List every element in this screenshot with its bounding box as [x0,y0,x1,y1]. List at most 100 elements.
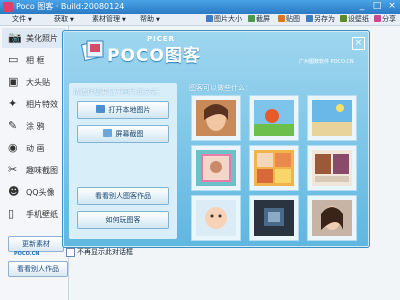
sidebar-item-label: 相片特效 [26,100,58,109]
id-photo-image [312,150,352,186]
tool-screenshot-label: 截屏 [256,15,270,23]
dont-show-label: 不再显示此对话框 [77,248,133,256]
chevron-down-icon: ▼ [122,17,126,23]
example-thumbnail[interactable] [191,195,241,241]
sidebar-item-beautify[interactable]: 📷 美化照片 [2,28,66,48]
dont-show-checkbox[interactable] [66,248,75,257]
screen-capture-label: 屏幕截图 [115,130,144,138]
menu-file-label: 文件 [12,15,26,23]
example-thumbnail[interactable] [249,195,299,241]
examples-pane: 图客可以做些什么： [185,83,363,241]
example-thumbnail[interactable] [249,145,299,191]
tool-wallpaper-label: 设壁纸 [348,15,369,23]
menu-help-label: 帮助 [140,15,154,23]
menu-bar: 文件 ▼ 获取 ▼ 素材管理 ▼ 帮助 ▼ 图片大小 截屏 贴图 另存为 设壁纸 分享 [0,14,400,26]
menu-file[interactable]: 文件 ▼ [12,14,32,26]
camera-icon: 📷 [8,31,22,44]
sidebar-item-label: 动 画 [26,144,45,153]
sidebar: 📷 美化照片 ▭ 相 框 ▣ 大头贴 ✦ 相片特效 ✎ 涂 鸦 ◉ 动 画 ✂ 趣味截图 ☻ Q… [0,26,69,300]
open-local-image-label: 打开本地图片 [108,106,151,114]
welcome-dialog: PICER POCO图客 广州图数软件 POCO.CN × 请选择您要打开图片的… [62,30,370,248]
example-thumbnail[interactable] [191,95,241,141]
sticker-photo-icon: ▣ [8,75,19,88]
screenshot-icon [248,15,255,22]
screen-capture-button[interactable]: 屏幕截图 [77,125,169,143]
sidebar-item-fun-capture[interactable]: ✂ 趣味截图 [2,160,66,180]
view-others-button[interactable]: 看看别人作品 [8,261,68,277]
title-bar: Poco 图客 · Build:20080124 _ □ × [0,0,400,14]
example-thumbnail[interactable] [307,195,357,241]
sidebar-item-qq-avatar[interactable]: ☻ QQ头像 [2,182,66,202]
example-thumbnail[interactable] [307,95,357,141]
open-local-image-button[interactable]: 打开本地图片 [77,101,169,119]
framed-photo-image [196,150,236,186]
view-others-works-button[interactable]: 看看别人图客作品 [77,187,169,205]
effects-icon: ✦ [8,97,18,110]
chevron-down-icon: ▼ [28,17,32,23]
doodle-icon: ✎ [8,119,18,132]
menu-get[interactable]: 获取 ▼ [54,14,74,26]
cartoon-photo-image [254,100,294,136]
phone-icon: ▯ [8,207,15,220]
tool-sticker[interactable]: 贴图 [278,14,300,25]
dialog-header: PICER POCO图客 广州图数软件 POCO.CN × [63,31,369,75]
update-materials-button[interactable]: 更新素材 [8,236,64,252]
sidebar-item-doodle[interactable]: ✎ 涂 鸦 [2,116,66,136]
tool-save-as-label: 另存为 [314,15,335,23]
picture-size-icon [206,15,213,22]
beach-photo-image [312,100,352,136]
tool-wallpaper[interactable]: 设壁纸 [340,14,369,25]
sidebar-item-effects[interactable]: ✦ 相片特效 [2,94,66,114]
tool-picture-size[interactable]: 图片大小 [206,14,242,25]
qq-avatar-icon: ☻ [8,185,20,198]
chevron-down-icon: ▼ [70,17,74,23]
sidebar-item-label: QQ头像 [26,188,55,197]
share-icon [374,15,381,22]
tool-sticker-label: 贴图 [286,15,300,23]
brand-label: 广州图数软件 POCO.CN [299,59,354,65]
baby-photo-image [196,200,236,236]
menu-materials-label: 素材管理 [92,15,120,23]
maximize-button[interactable]: □ [370,1,384,12]
menu-get-label: 获取 [54,15,68,23]
chevron-down-icon: ▼ [156,17,160,23]
close-button[interactable]: × [385,1,399,12]
example-thumbnail[interactable] [191,145,241,191]
sidebar-item-label: 手机壁纸 [26,210,58,219]
sidebar-item-label: 涂 鸦 [26,122,45,131]
how-to-play-button[interactable]: 如何玩图客 [77,211,169,229]
sidebar-item-animation[interactable]: ◉ 动 画 [2,138,66,158]
sidebar-item-sticker-photo[interactable]: ▣ 大头贴 [2,72,66,92]
window-title: Poco 图客 · Build:20080124 [16,2,125,11]
sticker-icon [278,15,285,22]
examples-title: 图客可以做些什么： [189,84,252,92]
portrait-photo-image [196,100,236,136]
sidebar-item-phone-wallpaper[interactable]: ▯ 手机壁纸 [2,204,66,224]
sidebar-item-frame[interactable]: ▭ 相 框 [2,50,66,70]
folder-icon [95,105,105,113]
poco-logo: POCO图客 [107,46,201,66]
app-logo-icon [3,2,13,12]
minimize-button[interactable]: _ [355,1,369,12]
tool-save-as[interactable]: 另存为 [306,14,335,25]
menu-help[interactable]: 帮助 ▼ [140,14,160,26]
dark-screen-photo-image [254,200,294,236]
save-as-icon [306,15,313,22]
sidebar-item-label: 美化照片 [26,34,58,43]
screenshot-icon [102,129,112,137]
update-site-label: POCO.CN [14,251,40,257]
sidebar-item-label: 相 框 [26,56,45,65]
example-thumbnail[interactable] [307,145,357,191]
tool-picture-size-label: 图片大小 [214,15,242,23]
tool-share[interactable]: 分享 [374,14,396,25]
example-thumbnail[interactable] [249,95,299,141]
close-icon[interactable]: × [352,37,365,50]
tool-screenshot[interactable]: 截屏 [248,14,270,25]
woman-portrait-image [312,200,352,236]
animation-icon: ◉ [8,141,18,154]
collage-photo-image [254,150,294,186]
wallpaper-icon [340,15,347,22]
open-options-title: 请选择您要打开图片的方式： [73,88,164,96]
open-options-pane: 请选择您要打开图片的方式： 打开本地图片 屏幕截图 看看别人图客作品 如何玩图客 [69,83,177,239]
menu-materials[interactable]: 素材管理 ▼ [92,14,126,26]
